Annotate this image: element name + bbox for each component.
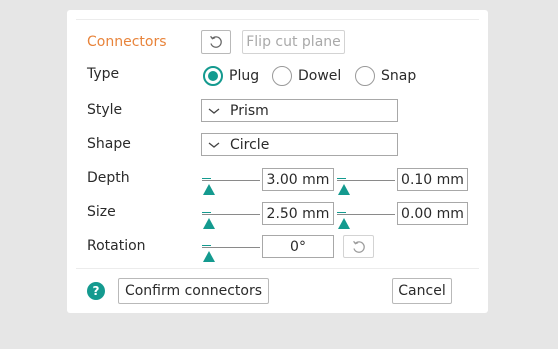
style-label: Style [87, 102, 123, 118]
help-icon[interactable]: ? [87, 282, 105, 300]
slider-track [202, 214, 260, 215]
slider-fill [202, 245, 211, 246]
chevron-down-icon [208, 141, 222, 149]
rotation-slider[interactable] [202, 243, 260, 263]
type-label: Type [87, 66, 120, 82]
depth-label: Depth [87, 170, 130, 186]
rotation-input[interactable]: 0° [262, 235, 334, 258]
depth-slider[interactable] [202, 176, 260, 196]
radio-circle [272, 66, 292, 86]
slider-thumb[interactable] [338, 184, 350, 195]
reset-icon [210, 35, 222, 48]
reset-button[interactable] [201, 30, 231, 54]
size-label: Size [87, 204, 116, 220]
rotation-reset-button[interactable] [343, 235, 374, 258]
shape-label: Shape [87, 136, 131, 152]
section-title: Connectors [87, 34, 167, 50]
type-radio-plug[interactable]: Plug [203, 66, 259, 86]
radio-label: Plug [229, 68, 260, 84]
footer-divider [76, 268, 479, 269]
slider-track [337, 214, 395, 215]
slider-track [202, 247, 260, 248]
depth-input[interactable]: 3.00 mm [262, 168, 334, 191]
slider-thumb[interactable] [338, 218, 350, 229]
depth-tolerance-slider[interactable] [337, 176, 395, 196]
type-radio-snap[interactable]: Snap [355, 66, 416, 86]
top-divider [76, 19, 479, 20]
type-radio-dowel[interactable]: Dowel [272, 66, 341, 86]
chevron-down-icon [208, 107, 222, 115]
slider-track [337, 180, 395, 181]
slider-thumb[interactable] [203, 251, 215, 262]
radio-circle [203, 66, 223, 86]
size-tolerance-slider[interactable] [337, 210, 395, 230]
radio-circle [355, 66, 375, 86]
slider-fill [202, 178, 211, 179]
rotation-label: Rotation [87, 238, 146, 254]
radio-label: Snap [381, 68, 417, 84]
size-input[interactable]: 2.50 mm [262, 202, 334, 225]
cancel-button[interactable]: Cancel [392, 278, 452, 304]
depth-tolerance-input[interactable]: 0.10 mm [397, 168, 468, 191]
slider-fill [337, 212, 346, 213]
shape-value: Circle [230, 136, 270, 153]
connectors-panel: Connectors Flip cut plane Type Plug Dowe… [67, 10, 488, 313]
slider-thumb[interactable] [203, 184, 215, 195]
slider-track [202, 180, 260, 181]
shape-select[interactable]: Circle [201, 133, 398, 156]
style-value: Prism [230, 102, 269, 119]
slider-fill [202, 212, 211, 213]
slider-thumb[interactable] [203, 218, 215, 229]
style-select[interactable]: Prism [201, 99, 398, 122]
radio-label: Dowel [298, 68, 342, 84]
slider-fill [337, 178, 346, 179]
reset-icon [352, 240, 365, 253]
flip-cut-plane-button[interactable]: Flip cut plane [242, 30, 345, 54]
confirm-connectors-button[interactable]: Confirm connectors [118, 278, 269, 304]
size-slider[interactable] [202, 210, 260, 230]
size-tolerance-input[interactable]: 0.00 mm [397, 202, 468, 225]
